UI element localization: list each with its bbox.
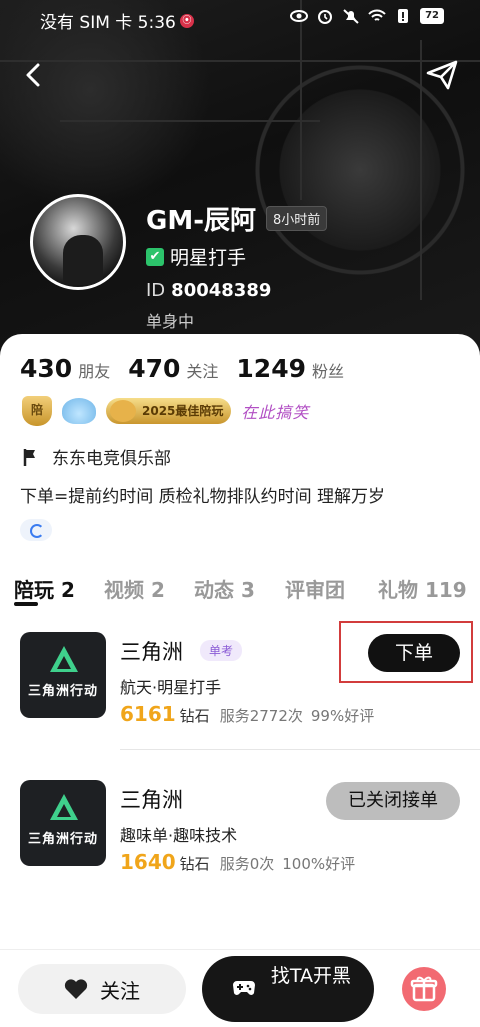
- service-meta: 6161 钻石 服务2772次 99%好评: [120, 702, 375, 726]
- carrier-time: 没有 SIM 卡 5:36: [40, 13, 176, 33]
- stat-fans[interactable]: 1249 粉丝: [236, 354, 344, 383]
- tab-review-panel[interactable]: 评审团: [285, 574, 345, 603]
- heart-icon: [64, 979, 88, 999]
- find-play-button[interactable]: 找TA开黑: [202, 956, 374, 1022]
- club-row[interactable]: 东东电竞俱乐部: [22, 444, 171, 469]
- service-price: 6161: [120, 702, 176, 726]
- highlight-box: [339, 621, 473, 683]
- service-title: 三角洲: [120, 788, 183, 812]
- tab-gifts[interactable]: 礼物 119: [378, 574, 467, 603]
- profile-header-background: 没有 SIM 卡 5:36 ⦿ 72 GM-辰阿 8小时前 ✔ 明星打手 ID 8…: [0, 0, 480, 360]
- service-meta: 1640 钻石 服务0次 100%好评: [120, 850, 356, 874]
- stat-friends[interactable]: 430 朋友: [20, 354, 110, 383]
- verified-label: 明星打手: [170, 247, 247, 269]
- game-thumbnail: 三角洲行动: [20, 780, 106, 866]
- tab-bar: 陪玩 2 视频 2 动态 3 评审团 礼物 119: [0, 574, 480, 606]
- back-icon[interactable]: [18, 58, 52, 92]
- avatar[interactable]: [30, 194, 126, 290]
- service-subtitle: 趣味单·趣味技术: [120, 826, 238, 845]
- bird-medal-icon[interactable]: [62, 398, 96, 424]
- bio-text: 下单=提前约时间 质检礼物排队约时间 理解万岁: [20, 487, 386, 507]
- mute-icon: [343, 9, 359, 24]
- script-medal[interactable]: 在此搞笑: [241, 399, 309, 423]
- flag-icon: [23, 448, 35, 466]
- divider: [120, 749, 480, 750]
- game-thumbnail: 三角洲行动: [20, 632, 106, 718]
- tab-posts[interactable]: 动态 3: [194, 574, 255, 603]
- alert-icon: [398, 9, 409, 23]
- profile-name: GM-辰阿: [146, 206, 257, 236]
- alarm-icon: [318, 10, 333, 24]
- share-icon[interactable]: [424, 58, 460, 92]
- battery-icon: 72: [420, 8, 444, 24]
- follow-label: 关注: [100, 978, 140, 1003]
- service-title: 三角洲: [120, 640, 183, 664]
- club-name: 东东电竞俱乐部: [52, 449, 171, 469]
- tab-active-indicator: [14, 602, 38, 606]
- shield-medal-icon[interactable]: 陪: [22, 396, 52, 426]
- wifi-icon: [368, 9, 386, 21]
- find-play-label: 找TA开黑: [270, 965, 352, 987]
- gamepad-icon: [233, 981, 255, 995]
- service-item[interactable]: 三角洲行动 三角洲 趣味单·趣味技术 1640 钻石 服务0次 100%好评 已关闭接…: [20, 780, 460, 874]
- relationship-status: 单身中: [146, 312, 195, 331]
- closed-orders-button[interactable]: 已关闭接单: [326, 782, 460, 820]
- service-price: 1640: [120, 850, 176, 874]
- gift-button[interactable]: [402, 967, 446, 1011]
- user-id[interactable]: ID 80048389: [146, 280, 271, 301]
- follow-button[interactable]: 关注: [18, 964, 186, 1014]
- stats-row: 430 朋友 470 关注 1249 粉丝: [20, 354, 344, 383]
- last-seen-badge: 8小时前: [266, 206, 328, 231]
- gift-icon: [410, 976, 438, 1002]
- loading-icon[interactable]: [20, 519, 52, 541]
- verified-check-icon: ✔: [146, 247, 164, 266]
- medal-row: 陪 2025最佳陪玩 在此搞笑: [22, 396, 309, 426]
- eye-icon: [290, 10, 309, 22]
- tab-videos[interactable]: 视频 2: [104, 574, 165, 603]
- verified-label-row: ✔ 明星打手: [146, 243, 246, 270]
- service-tag: 单考: [200, 640, 243, 661]
- bottom-action-bar: 关注 找TA开黑: [0, 949, 480, 1027]
- tab-peiwan[interactable]: 陪玩 2: [14, 574, 75, 603]
- stat-following[interactable]: 470 关注: [128, 354, 218, 383]
- status-bar: 没有 SIM 卡 5:36 ⦿ 72: [0, 0, 480, 38]
- medal-2025-best[interactable]: 2025最佳陪玩: [106, 398, 232, 424]
- recording-icon: ⦿: [179, 13, 194, 28]
- service-subtitle: 航天·明星打手: [120, 678, 222, 697]
